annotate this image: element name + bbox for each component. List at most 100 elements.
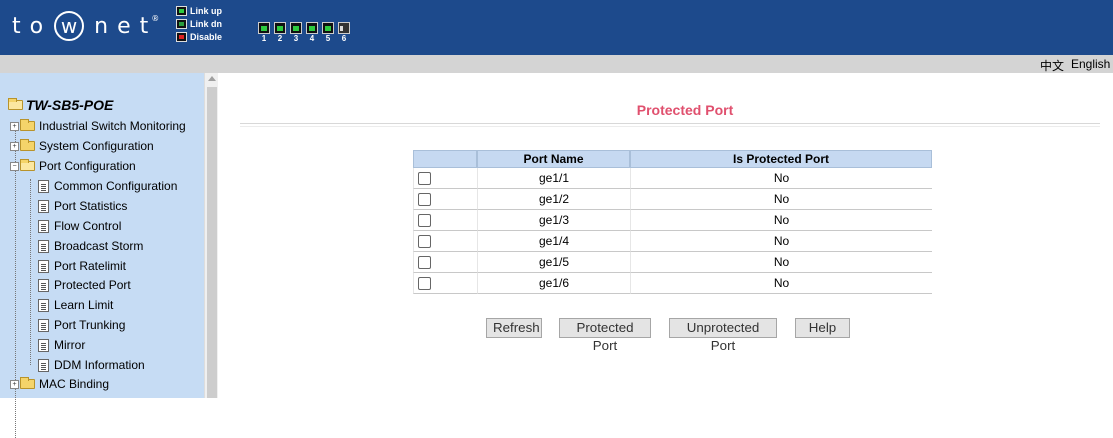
- sidebar-item-ddm-information[interactable]: DDM Information: [38, 356, 145, 374]
- table-row: ge1/5 No: [413, 252, 932, 273]
- sidebar-item-mac-binding[interactable]: + MAC Binding: [10, 375, 109, 393]
- table-row: ge1/6 No: [413, 273, 932, 294]
- legend-disable: Disable: [176, 30, 222, 43]
- protected-port-button[interactable]: Protected Port: [559, 318, 651, 353]
- is-protected-cell: No: [630, 273, 932, 294]
- port-name-cell: ge1/4: [477, 231, 630, 252]
- sidebar-item-industrial-switch-monitoring[interactable]: + Industrial Switch Monitoring: [10, 117, 186, 135]
- sidebar-item-flow-control[interactable]: Flow Control: [38, 217, 121, 235]
- table-row: ge1/2 No: [413, 189, 932, 210]
- port-5[interactable]: 5: [322, 22, 334, 44]
- sidebar-item-port-statistics[interactable]: Port Statistics: [38, 197, 127, 215]
- help-button[interactable]: Help: [795, 318, 850, 338]
- row-checkbox[interactable]: [418, 235, 431, 249]
- sidebar-tree: TW-SB5-POE + Industrial Switch Monitoring…: [0, 73, 204, 438]
- row-checkbox[interactable]: [418, 172, 431, 186]
- page-icon: [38, 298, 49, 312]
- sidebar-item-label: Flow Control: [54, 219, 122, 233]
- is-protected-cell: No: [630, 189, 932, 210]
- tree-root[interactable]: TW-SB5-POE: [8, 97, 113, 113]
- sidebar-item-mirror[interactable]: Mirror: [38, 336, 85, 354]
- port-name-cell: ge1/5: [477, 252, 630, 273]
- sfp-port-icon: [338, 22, 350, 34]
- sidebar-item-label: Mirror: [54, 338, 86, 352]
- device-name: TW-SB5-POE: [26, 97, 114, 113]
- page-icon: [38, 358, 49, 372]
- sidebar-item-port-ratelimit[interactable]: Port Ratelimit: [38, 257, 126, 275]
- page-title: Protected Port: [636, 102, 734, 118]
- sidebar-item-label: Protected Port: [54, 278, 131, 292]
- sidebar-item-port-configuration[interactable]: − Port Configuration: [10, 157, 136, 175]
- scroll-up-icon[interactable]: [208, 76, 216, 81]
- expand-icon[interactable]: +: [10, 141, 19, 151]
- is-protected-cell: No: [630, 252, 932, 273]
- logo-letter: n: [94, 13, 118, 39]
- tree-guide-line: [30, 179, 31, 365]
- port-2[interactable]: 2: [274, 22, 286, 44]
- select-cell: [413, 189, 477, 210]
- sidebar-item-port-trunking[interactable]: Port Trunking: [38, 316, 125, 334]
- select-cell: [413, 231, 477, 252]
- header-select: [413, 150, 477, 168]
- sidebar-item-label: Port Statistics: [54, 199, 128, 213]
- row-checkbox[interactable]: [418, 256, 431, 270]
- lang-chinese-link[interactable]: 中文: [1040, 57, 1064, 74]
- expand-icon[interactable]: +: [10, 379, 19, 389]
- port-name-cell: ge1/6: [477, 273, 630, 294]
- folder-icon: [20, 139, 35, 151]
- ethernet-port-icon: [290, 22, 302, 34]
- port-down-icon: [176, 18, 187, 29]
- sidebar-item-label: DDM Information: [54, 358, 145, 372]
- legend-label: Link dn: [190, 18, 222, 29]
- sidebar-item-protected-port[interactable]: Protected Port: [38, 276, 131, 294]
- legend-label: Link up: [190, 5, 222, 16]
- select-cell: [413, 273, 477, 294]
- logo-letter: o: [29, 13, 53, 39]
- is-protected-cell: No: [630, 231, 932, 252]
- sidebar-item-system-configuration[interactable]: + System Configuration: [10, 137, 154, 155]
- sidebar-item-label: System Configuration: [39, 139, 154, 153]
- sidebar-scrollbar[interactable]: [204, 73, 218, 398]
- page-icon: [38, 199, 49, 213]
- sidebar-item-common-configuration[interactable]: Common Configuration: [38, 177, 177, 195]
- port-disabled-icon: [176, 31, 187, 42]
- port-6[interactable]: 6: [338, 22, 350, 44]
- port-4[interactable]: 4: [306, 22, 318, 44]
- row-checkbox[interactable]: [418, 214, 431, 228]
- port-name-cell: ge1/2: [477, 189, 630, 210]
- port-1[interactable]: 1: [258, 22, 270, 44]
- language-bar: 中文 English: [0, 55, 1113, 73]
- table-row: ge1/3 No: [413, 210, 932, 231]
- port-number: 4: [309, 34, 315, 43]
- expand-icon[interactable]: +: [10, 121, 19, 131]
- legend-link-up: Link up: [176, 4, 222, 17]
- row-checkbox[interactable]: [418, 277, 431, 291]
- open-folder-icon: [8, 98, 23, 110]
- action-buttons: Refresh Protected Port Unprotected Port …: [486, 318, 850, 353]
- sidebar-item-label: Common Configuration: [54, 179, 178, 193]
- select-cell: [413, 168, 477, 189]
- registered-mark: ®: [151, 13, 160, 23]
- header-bar: t o w n e t ® Link up Link dn Disable 1 2 3 4 …: [0, 0, 1113, 55]
- refresh-button[interactable]: Refresh: [486, 318, 542, 338]
- sidebar-item-broadcast-storm[interactable]: Broadcast Storm: [38, 237, 143, 255]
- scrollbar-thumb[interactable]: [207, 87, 217, 398]
- logo-letter-circled: w: [54, 11, 85, 41]
- ethernet-port-icon: [274, 22, 286, 34]
- legend-link-down: Link dn: [176, 17, 222, 30]
- port-number: 3: [293, 34, 299, 43]
- collapse-icon[interactable]: −: [10, 161, 19, 171]
- legend-label: Disable: [190, 31, 223, 42]
- port-status-legend: Link up Link dn Disable: [176, 4, 222, 43]
- sidebar-item-learn-limit[interactable]: Learn Limit: [38, 296, 113, 314]
- sidebar-item-label: Industrial Switch Monitoring: [39, 119, 186, 133]
- page-icon: [38, 219, 49, 233]
- port-3[interactable]: 3: [290, 22, 302, 44]
- row-checkbox[interactable]: [418, 193, 431, 207]
- port-number: 1: [261, 34, 267, 43]
- sidebar-item-label: Port Ratelimit: [54, 259, 127, 273]
- unprotected-port-button[interactable]: Unprotected Port: [669, 318, 777, 353]
- lang-english-link[interactable]: English: [1071, 57, 1110, 71]
- folder-icon: [20, 119, 35, 131]
- is-protected-cell: No: [630, 210, 932, 231]
